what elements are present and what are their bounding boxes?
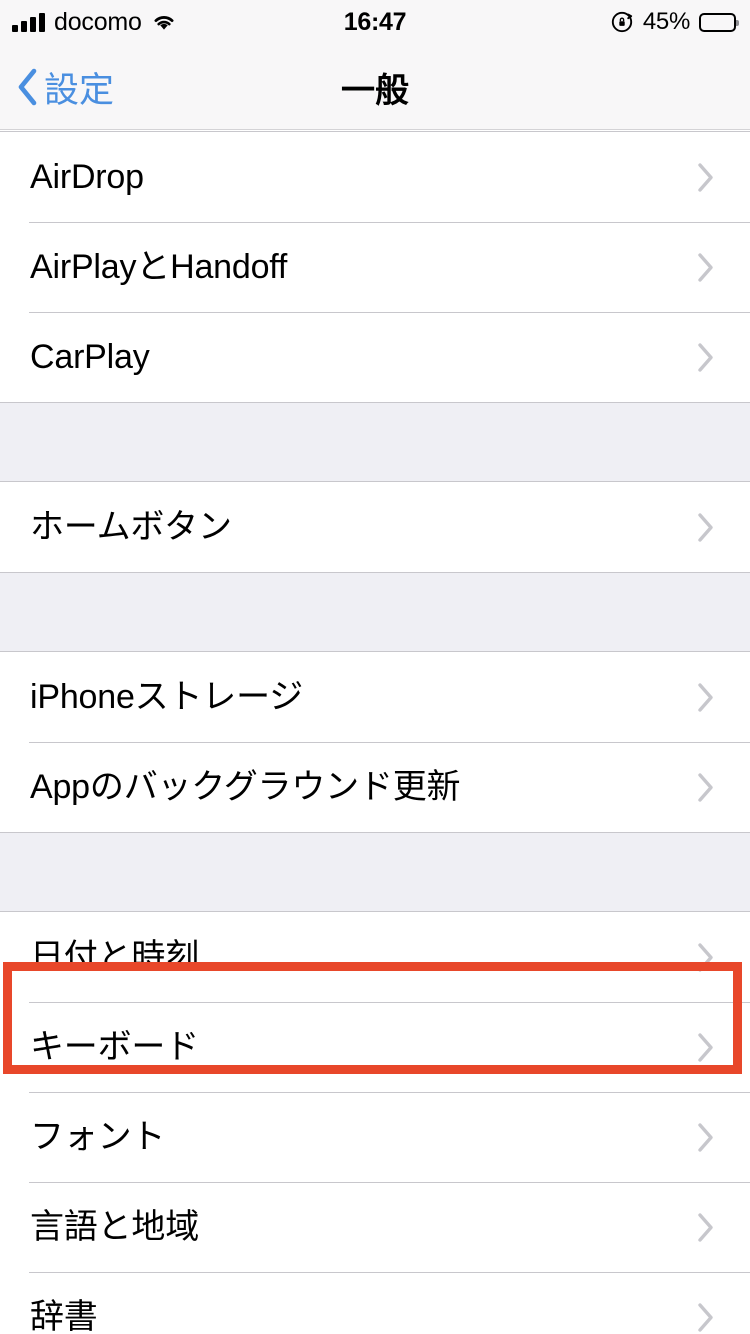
chevron-right-icon bbox=[698, 1122, 713, 1152]
settings-row-AirPlayとHandoff[interactable]: AirPlayとHandoff bbox=[0, 222, 750, 312]
chevron-right-icon bbox=[698, 1212, 713, 1242]
settings-row-label: AirPlayとHandoff bbox=[30, 248, 288, 286]
settings-row-iPhoneストレージ[interactable]: iPhoneストレージ bbox=[0, 652, 750, 742]
settings-row-Appのバックグラウンド更新[interactable]: Appのバックグラウンド更新 bbox=[0, 742, 750, 832]
settings-row-キーボード[interactable]: キーボード bbox=[0, 1002, 750, 1092]
settings-row-label: 辞書 bbox=[30, 1298, 98, 1334]
chevron-right-icon bbox=[698, 252, 713, 282]
status-bar-right: 45% bbox=[610, 0, 739, 44]
chevron-right-icon bbox=[698, 512, 713, 542]
settings-row-AirDrop[interactable]: AirDrop bbox=[0, 132, 750, 222]
settings-row-label: ホームボタン bbox=[30, 508, 232, 546]
group-spacer bbox=[0, 403, 750, 481]
chevron-right-icon bbox=[698, 772, 713, 802]
status-bar: docomo 16:47 45% bbox=[0, 0, 750, 44]
navigation-bar: 設定 一般 bbox=[0, 44, 750, 130]
settings-row-label: Appのバックグラウンド更新 bbox=[30, 768, 461, 806]
settings-general-screen: docomo 16:47 45% 設定 一般 AirDrop AirPlayとH… bbox=[0, 0, 750, 1334]
settings-row-label: iPhoneストレージ bbox=[30, 678, 303, 716]
chevron-right-icon bbox=[698, 162, 713, 192]
settings-row-label: 日付と時刻 bbox=[30, 938, 199, 976]
settings-row-label: キーボード bbox=[30, 1028, 199, 1066]
battery-icon bbox=[699, 12, 739, 32]
battery-percent-label: 45% bbox=[642, 8, 690, 35]
chevron-right-icon bbox=[698, 942, 713, 972]
chevron-right-icon bbox=[698, 342, 713, 372]
clock-label: 16:47 bbox=[343, 7, 407, 36]
settings-group: AirDrop AirPlayとHandoff CarPlay bbox=[0, 131, 750, 403]
settings-row-ホームボタン[interactable]: ホームボタン bbox=[0, 482, 750, 572]
settings-row-言語と地域[interactable]: 言語と地域 bbox=[0, 1182, 750, 1272]
chevron-right-icon bbox=[698, 1032, 713, 1062]
rotation-lock-icon bbox=[610, 10, 634, 34]
page-title: 一般 bbox=[341, 71, 409, 110]
settings-row-label: フォント bbox=[30, 1118, 166, 1156]
settings-row-CarPlay[interactable]: CarPlay bbox=[0, 312, 750, 402]
settings-row-label: CarPlay bbox=[30, 338, 150, 376]
settings-row-辞書[interactable]: 辞書 bbox=[0, 1272, 750, 1334]
group-spacer bbox=[0, 573, 750, 651]
chevron-right-icon bbox=[698, 682, 713, 712]
settings-group: 日付と時刻キーボードフォント言語と地域辞書 bbox=[0, 911, 750, 1334]
settings-list: AirDrop AirPlayとHandoff CarPlay ホームボタン iPhon… bbox=[0, 131, 750, 1334]
settings-row-label: 言語と地域 bbox=[30, 1208, 199, 1246]
settings-group: ホームボタン bbox=[0, 481, 750, 573]
settings-row-フォント[interactable]: フォント bbox=[0, 1092, 750, 1182]
group-spacer bbox=[0, 833, 750, 911]
settings-group: iPhoneストレージ Appのバックグラウンド更新 bbox=[0, 651, 750, 833]
settings-row-日付と時刻[interactable]: 日付と時刻 bbox=[0, 912, 750, 1002]
settings-row-label: AirDrop bbox=[30, 158, 144, 196]
chevron-right-icon bbox=[698, 1302, 713, 1332]
